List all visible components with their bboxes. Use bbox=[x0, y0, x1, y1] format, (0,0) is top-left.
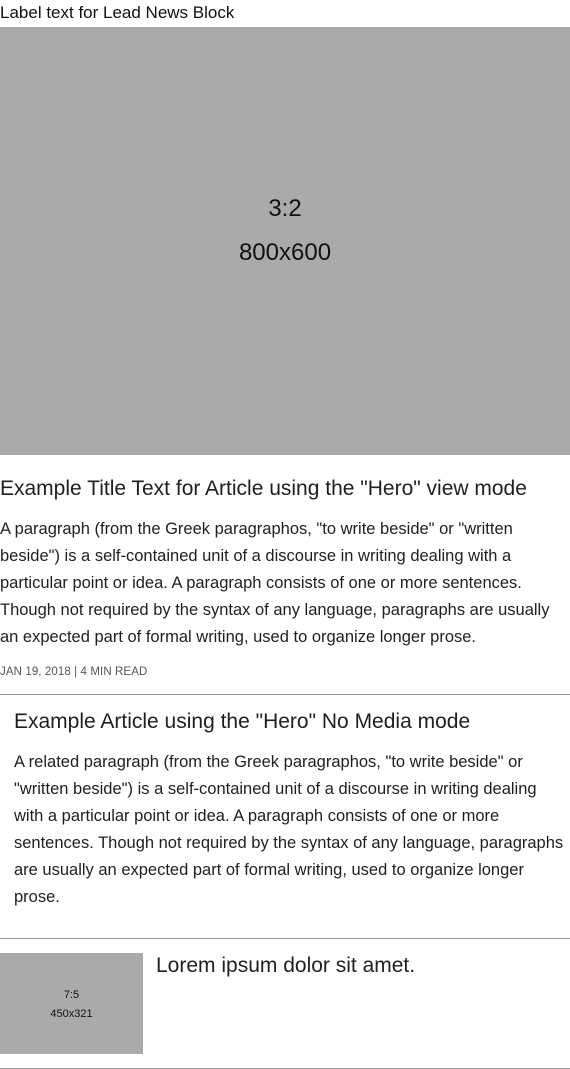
no-media-article-body: A related paragraph (from the Greek para… bbox=[14, 753, 564, 906]
thumbnail-image-ratio: 7:5 bbox=[63, 988, 80, 1001]
thumbnail-image-placeholder[interactable]: 7:5 450x321 bbox=[0, 953, 143, 1054]
hero-article-title[interactable]: Example Title Text for Article using the… bbox=[0, 475, 570, 503]
hero-image-size: 800x600 bbox=[238, 239, 332, 266]
lead-news-block-label: Label text for Lead News Block bbox=[0, 3, 235, 22]
hero-image-placeholder[interactable]: 3:2 800x600 bbox=[0, 27, 570, 455]
hero-article-body: A paragraph (from the Greek paragraphos,… bbox=[0, 520, 550, 646]
no-media-article-title[interactable]: Example Article using the "Hero" No Medi… bbox=[14, 708, 564, 736]
lead-news-page: Label text for Lead News Block 3:2 800x6… bbox=[0, 0, 570, 1069]
thumbnail-article-title[interactable]: Lorem ipsum dolor sit amet. bbox=[156, 952, 566, 980]
hero-image-ratio: 3:2 bbox=[268, 195, 302, 222]
hero-article-meta: JAN 19, 2018 | 4 MIN READ bbox=[0, 666, 148, 678]
thumbnail-image-size: 450x321 bbox=[50, 1007, 93, 1020]
divider bbox=[0, 938, 570, 939]
divider bbox=[0, 694, 570, 695]
